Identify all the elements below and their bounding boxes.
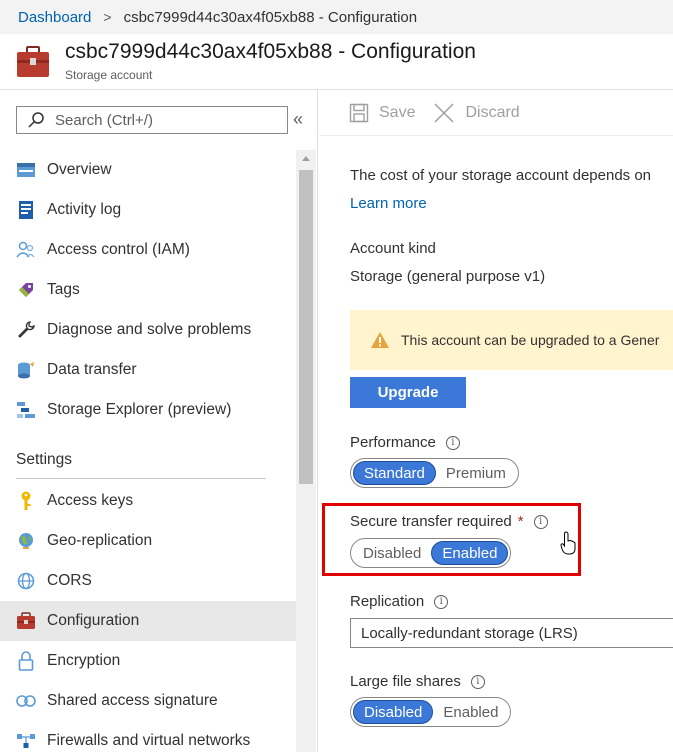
breadcrumb-separator: > (103, 9, 112, 25)
iam-icon (16, 240, 36, 260)
warning-text: This account can be upgraded to a Gener (401, 332, 660, 348)
key-icon (16, 491, 36, 511)
performance-toggle[interactable]: Standard Premium (350, 458, 519, 488)
main-content: Save Discard The cost of your storage ac… (319, 90, 673, 752)
account-kind-label: Account kind (350, 240, 436, 257)
highlight-box (322, 503, 581, 576)
cost-description: The cost of your storage account depends… (350, 167, 652, 184)
large-file-shares-option-enabled[interactable]: Enabled (433, 700, 508, 724)
sidebar-item-label: CORS (47, 572, 92, 589)
page-title: csbc7999d44c30ax4f05xb88 - Configuration (65, 40, 476, 63)
sidebar-item-label: Access keys (47, 492, 134, 509)
activity-log-icon (16, 200, 36, 220)
sidebar-item-diagnose[interactable]: Diagnose and solve problems (0, 310, 296, 350)
sidebar-scrollbar[interactable] (296, 150, 316, 752)
sidebar-item-label: Encryption (47, 652, 121, 669)
sidebar-item-label: Overview (47, 161, 112, 178)
breadcrumb: Dashboard > csbc7999d44c30ax4f05xb88 - C… (0, 0, 673, 34)
configuration-icon (16, 611, 36, 631)
tag-icon (16, 280, 36, 300)
info-icon[interactable]: i (470, 674, 485, 689)
close-icon (434, 102, 454, 123)
section-divider (16, 478, 266, 479)
sidebar-item-firewalls[interactable]: Firewalls and virtual networks (0, 721, 296, 752)
large-file-shares-option-disabled[interactable]: Disabled (353, 700, 434, 724)
performance-option-standard[interactable]: Standard (353, 461, 436, 485)
large-file-shares-label-text: Large file shares (350, 673, 461, 690)
sidebar-item-geo-replication[interactable]: Geo-replication (0, 521, 296, 561)
storage-account-icon (17, 46, 49, 77)
sidebar-item-activity-log[interactable]: Activity log (0, 190, 296, 230)
replication-label-text: Replication (350, 593, 425, 610)
info-icon[interactable]: i (434, 594, 449, 609)
account-kind-label-text: Account kind (350, 240, 436, 257)
scroll-up-arrow-icon[interactable] (302, 156, 310, 161)
globe-icon (16, 531, 36, 551)
sidebar-item-cors[interactable]: CORS (0, 561, 296, 601)
save-button[interactable]: Save (349, 103, 415, 123)
large-file-shares-toggle[interactable]: Disabled Enabled (350, 697, 512, 727)
sidebar-item-configuration[interactable]: Configuration (0, 601, 296, 641)
sidebar-item-label: Diagnose and solve problems (47, 321, 252, 338)
sidebar-item-shared-access-signature[interactable]: Shared access signature (0, 681, 296, 721)
cors-icon (16, 571, 36, 591)
firewall-icon (16, 731, 36, 751)
save-icon (349, 103, 369, 122)
blade-header: csbc7999d44c30ax4f05xb88 - Configuration… (0, 34, 673, 90)
lock-icon (16, 651, 36, 671)
sidebar-item-label: Configuration (47, 612, 140, 629)
sidebar-item-tags[interactable]: Tags (0, 270, 296, 310)
breadcrumb-current: csbc7999d44c30ax4f05xb88 - Configuration (123, 8, 418, 26)
large-file-shares-label: Large file shares i (350, 673, 485, 690)
sidebar-item-access-keys[interactable]: Access keys (0, 481, 296, 521)
sidebar-item-label: Firewalls and virtual networks (47, 732, 251, 749)
search-placeholder: Search (Ctrl+/) (55, 111, 153, 129)
collapse-sidebar-button[interactable]: « (293, 109, 303, 129)
replication-value: Locally-redundant storage (LRS) (361, 624, 578, 642)
info-icon[interactable]: i (445, 435, 460, 450)
hand-cursor-icon (560, 531, 576, 555)
data-transfer-icon (16, 360, 36, 380)
discard-button[interactable]: Discard (433, 102, 520, 124)
performance-option-premium[interactable]: Premium (436, 461, 516, 485)
sidebar-item-label: Activity log (47, 201, 122, 218)
sidebar-item-storage-explorer[interactable]: Storage Explorer (preview) (0, 390, 296, 430)
performance-label: Performance i (350, 434, 460, 451)
save-label: Save (379, 103, 416, 121)
search-input[interactable]: Search (Ctrl+/) (16, 106, 288, 134)
overview-icon (16, 160, 36, 180)
sidebar-item-label: Storage Explorer (preview) (47, 401, 232, 418)
command-bar: Save Discard (319, 90, 673, 136)
sidebar-item-label: Tags (47, 281, 80, 298)
sidebar-item-label: Data transfer (47, 361, 137, 378)
storage-explorer-icon (16, 400, 36, 420)
learn-more-link[interactable]: Learn more (350, 195, 427, 212)
sidebar-item-label: Geo-replication (47, 532, 153, 549)
replication-label: Replication i (350, 593, 449, 610)
sidebar: Search (Ctrl+/) « Overview Activity log … (0, 90, 318, 752)
breadcrumb-dashboard-link[interactable]: Dashboard (18, 9, 91, 26)
sidebar-item-access-control[interactable]: Access control (IAM) (0, 230, 296, 270)
upgrade-warning-banner: This account can be upgraded to a Gener (350, 310, 673, 370)
search-icon (28, 112, 44, 128)
sidebar-item-label: Shared access signature (47, 692, 218, 709)
scrollbar-thumb[interactable] (299, 170, 313, 484)
link-icon (16, 691, 36, 711)
page-subtitle: Storage account (65, 68, 153, 82)
upgrade-button[interactable]: Upgrade (350, 377, 466, 408)
discard-label: Discard (465, 103, 520, 121)
sidebar-item-label: Access control (IAM) (47, 241, 190, 258)
sidebar-item-data-transfer[interactable]: Data transfer (0, 350, 296, 390)
replication-dropdown[interactable]: Locally-redundant storage (LRS) (350, 618, 673, 648)
account-kind-value: Storage (general purpose v1) (350, 268, 546, 285)
wrench-icon (16, 320, 36, 340)
sidebar-item-overview[interactable]: Overview (0, 150, 296, 190)
warning-icon (371, 332, 389, 348)
settings-section-header: Settings (16, 451, 73, 468)
performance-label-text: Performance (350, 434, 436, 451)
sidebar-item-encryption[interactable]: Encryption (0, 641, 296, 681)
